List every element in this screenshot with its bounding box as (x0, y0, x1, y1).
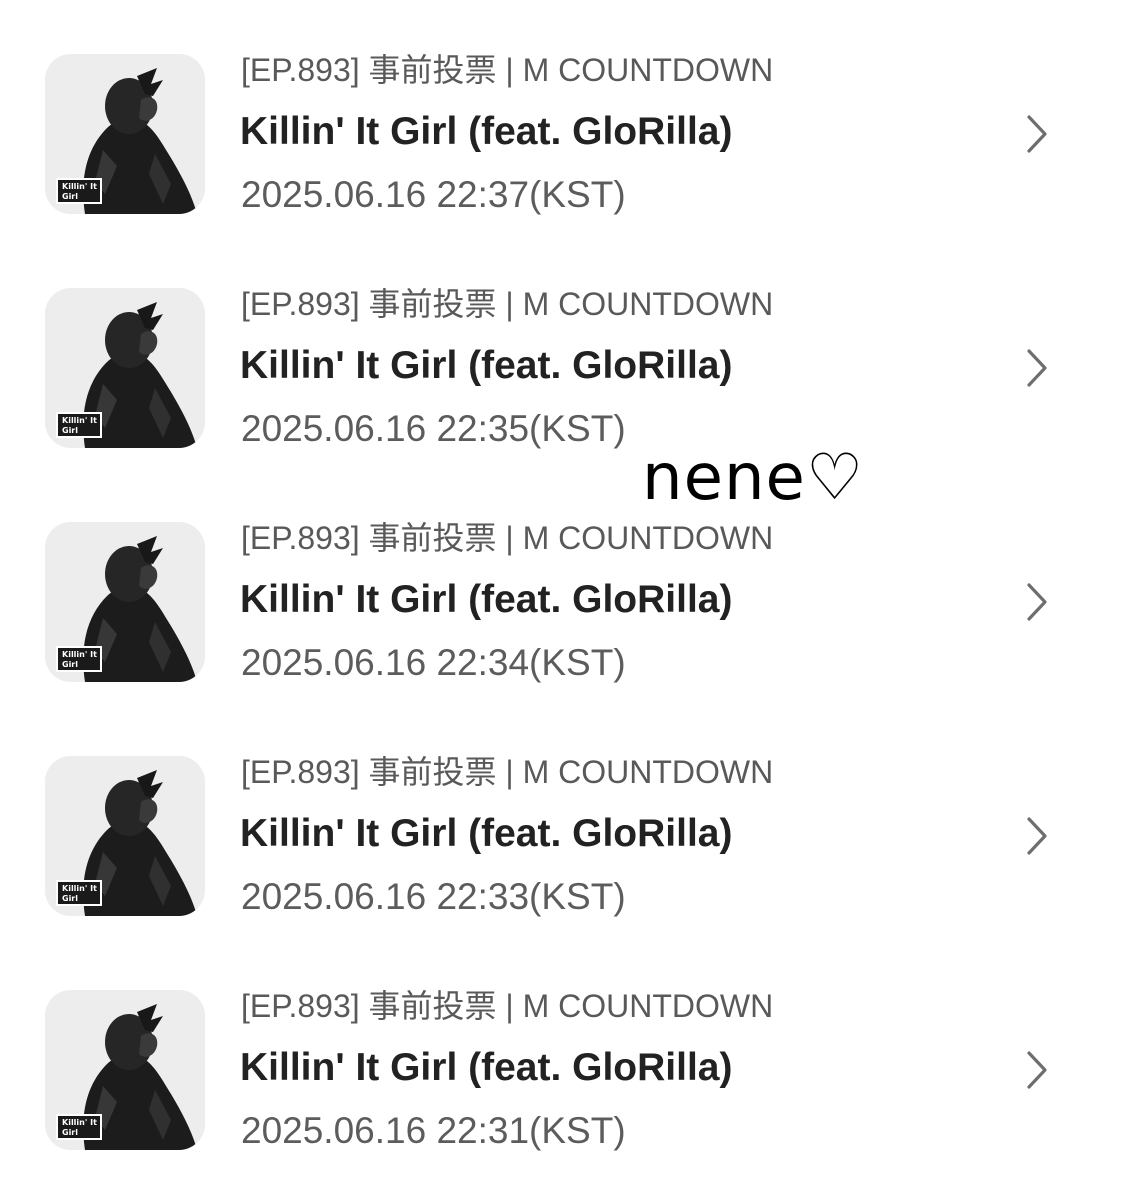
vote-history-item[interactable]: Killin' It Girl [EP.893] 事前投票 | M COUNTD… (0, 0, 1122, 234)
album-cover-thumbnail: Killin' It Girl (45, 288, 205, 448)
vote-timestamp: 2025.06.16 22:31(KST) (241, 1110, 626, 1151)
song-title: Killin' It Girl (feat. GloRilla) (240, 110, 733, 153)
thumbnail-title-label: Killin' It Girl (56, 1114, 102, 1140)
episode-label: [EP.893] 事前投票 | M COUNTDOWN (241, 754, 774, 790)
chevron-right-icon[interactable] (1024, 347, 1050, 389)
episode-label: [EP.893] 事前投票 | M COUNTDOWN (241, 52, 774, 88)
episode-label: [EP.893] 事前投票 | M COUNTDOWN (241, 988, 774, 1024)
album-cover-thumbnail: Killin' It Girl (45, 522, 205, 682)
vote-history-item[interactable]: Killin' It Girl [EP.893] 事前投票 | M COUNTD… (0, 468, 1122, 702)
vote-history-item[interactable]: Killin' It Girl [EP.893] 事前投票 | M COUNTD… (0, 936, 1122, 1170)
chevron-right-icon[interactable] (1024, 113, 1050, 155)
episode-label: [EP.893] 事前投票 | M COUNTDOWN (241, 520, 774, 556)
song-title: Killin' It Girl (feat. GloRilla) (240, 578, 733, 621)
thumbnail-title-label: Killin' It Girl (56, 646, 102, 672)
vote-timestamp: 2025.06.16 22:35(KST) (241, 408, 626, 449)
thumbnail-title-label: Killin' It Girl (56, 412, 102, 438)
thumbnail-title-label: Killin' It Girl (56, 880, 102, 906)
vote-history-item[interactable]: Killin' It Girl [EP.893] 事前投票 | M COUNTD… (0, 234, 1122, 468)
song-title: Killin' It Girl (feat. GloRilla) (240, 812, 733, 855)
vote-timestamp: 2025.06.16 22:34(KST) (241, 642, 626, 683)
chevron-right-icon[interactable] (1024, 1049, 1050, 1091)
song-title: Killin' It Girl (feat. GloRilla) (240, 344, 733, 387)
song-title: Killin' It Girl (feat. GloRilla) (240, 1046, 733, 1089)
chevron-right-icon[interactable] (1024, 581, 1050, 623)
vote-timestamp: 2025.06.16 22:33(KST) (241, 876, 626, 917)
episode-label: [EP.893] 事前投票 | M COUNTDOWN (241, 286, 774, 322)
vote-history-list: Killin' It Girl [EP.893] 事前投票 | M COUNTD… (0, 0, 1122, 1200)
vote-timestamp: 2025.06.16 22:37(KST) (241, 174, 626, 215)
vote-history-item[interactable]: Killin' It Girl [EP.893] 事前投票 | M COUNTD… (0, 702, 1122, 936)
handwritten-overlay-text: nene♡ (642, 441, 865, 515)
album-cover-thumbnail: Killin' It Girl (45, 756, 205, 916)
album-cover-thumbnail: Killin' It Girl (45, 990, 205, 1150)
chevron-right-icon[interactable] (1024, 815, 1050, 857)
album-cover-thumbnail: Killin' It Girl (45, 54, 205, 214)
thumbnail-title-label: Killin' It Girl (56, 178, 102, 204)
